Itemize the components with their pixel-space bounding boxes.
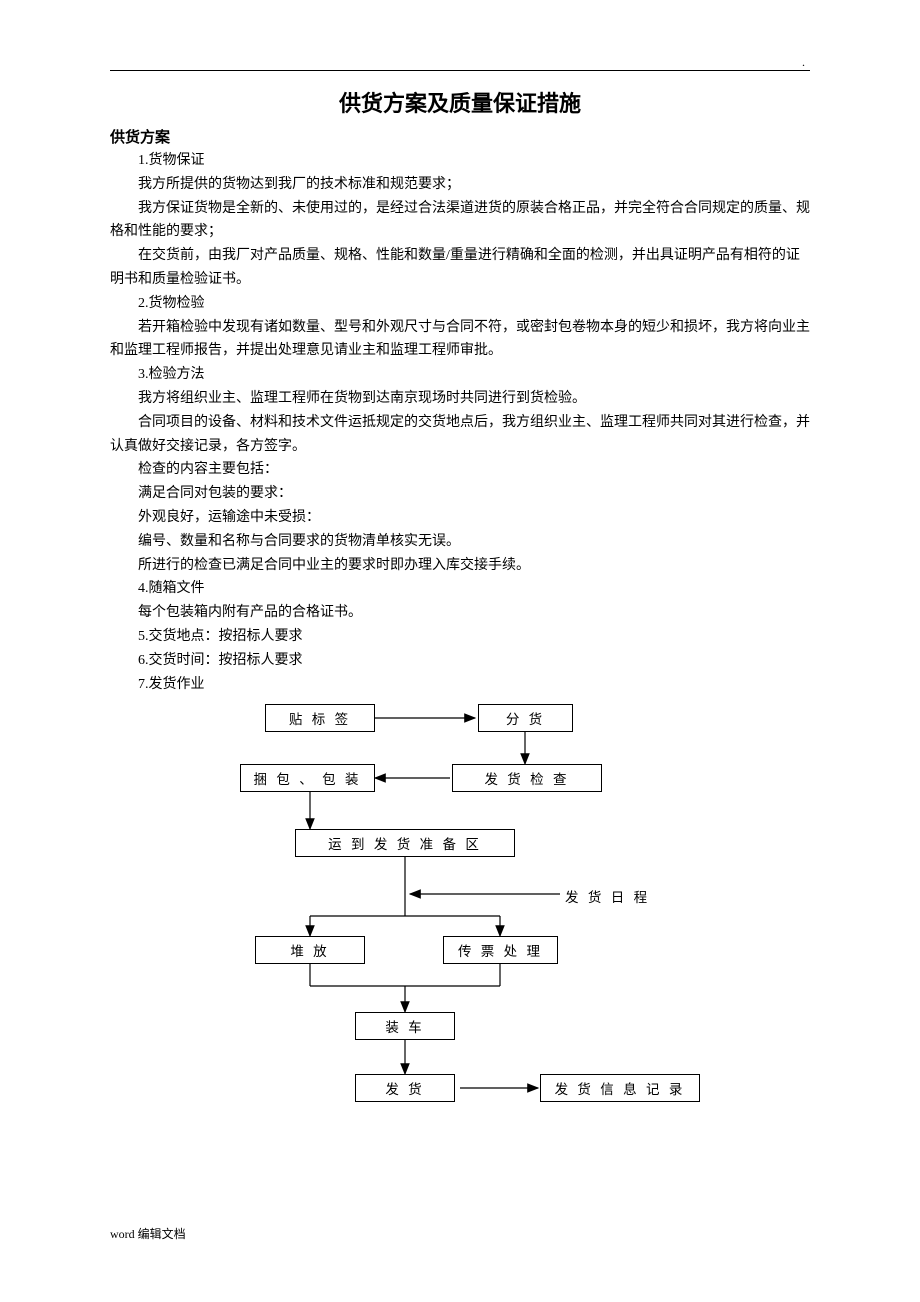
flow-box-pack: 捆 包 、 包 装 [240, 764, 375, 792]
para: 5.交货地点：按招标人要求 [110, 625, 810, 649]
section-heading: 供货方案 [110, 126, 810, 147]
para: 外观良好，运输途中未受损： [110, 506, 810, 530]
para: 4.随箱文件 [110, 577, 810, 601]
flowchart: 贴 标 签 分 货 捆 包 、 包 装 发 货 检 查 运 到 发 货 准 备 … [200, 704, 720, 1139]
para: 1.货物保证 [110, 149, 810, 173]
corner-dot: . [802, 55, 805, 70]
flow-box-stack: 堆 放 [255, 936, 365, 964]
para: 6.交货时间：按招标人要求 [110, 649, 810, 673]
flow-box-load: 装 车 [355, 1012, 455, 1040]
para: 合同项目的设备、材料和技术文件运抵规定的交货地点后，我方组织业主、监理工程师共同… [110, 411, 810, 459]
para: 满足合同对包装的要求： [110, 482, 810, 506]
flow-box-ship: 发 货 [355, 1074, 455, 1102]
footer-text: word 编辑文档 [110, 1225, 186, 1242]
top-rule [110, 70, 810, 71]
flow-box-area: 运 到 发 货 准 备 区 [295, 829, 515, 857]
flow-box-sort: 分 货 [478, 704, 573, 732]
document-page: . 供货方案及质量保证措施 供货方案 1.货物保证 我方所提供的货物达到我厂的技… [0, 0, 920, 1302]
para: 我方保证货物是全新的、未使用过的，是经过合法渠道进货的原装合格正品，并完全符合合… [110, 197, 810, 245]
para: 每个包装箱内附有产品的合格证书。 [110, 601, 810, 625]
para: 我方所提供的货物达到我厂的技术标准和规范要求； [110, 173, 810, 197]
para: 编号、数量和名称与合同要求的货物清单核实无误。 [110, 530, 810, 554]
flow-label-schedule: 发 货 日 程 [565, 886, 650, 906]
para: 7.发货作业 [110, 673, 810, 697]
para: 在交货前，由我厂对产品质量、规格、性能和数量/重量进行精确和全面的检测，并出具证… [110, 244, 810, 292]
para: 所进行的检查已满足合同中业主的要求时即办理入库交接手续。 [110, 554, 810, 578]
para: 检查的内容主要包括： [110, 458, 810, 482]
para: 若开箱检验中发现有诸如数量、型号和外观尺寸与合同不符，或密封包卷物本身的短少和损… [110, 316, 810, 364]
para: 2.货物检验 [110, 292, 810, 316]
flow-box-check: 发 货 检 查 [452, 764, 602, 792]
flow-box-label: 贴 标 签 [265, 704, 375, 732]
para: 3.检验方法 [110, 363, 810, 387]
para: 我方将组织业主、监理工程师在货物到达南京现场时共同进行到货检验。 [110, 387, 810, 411]
body-text: 1.货物保证 我方所提供的货物达到我厂的技术标准和规范要求； 我方保证货物是全新… [110, 149, 810, 696]
flow-box-record: 发 货 信 息 记 录 [540, 1074, 700, 1102]
flow-box-ticket: 传 票 处 理 [443, 936, 558, 964]
document-title: 供货方案及质量保证措施 [110, 86, 810, 118]
